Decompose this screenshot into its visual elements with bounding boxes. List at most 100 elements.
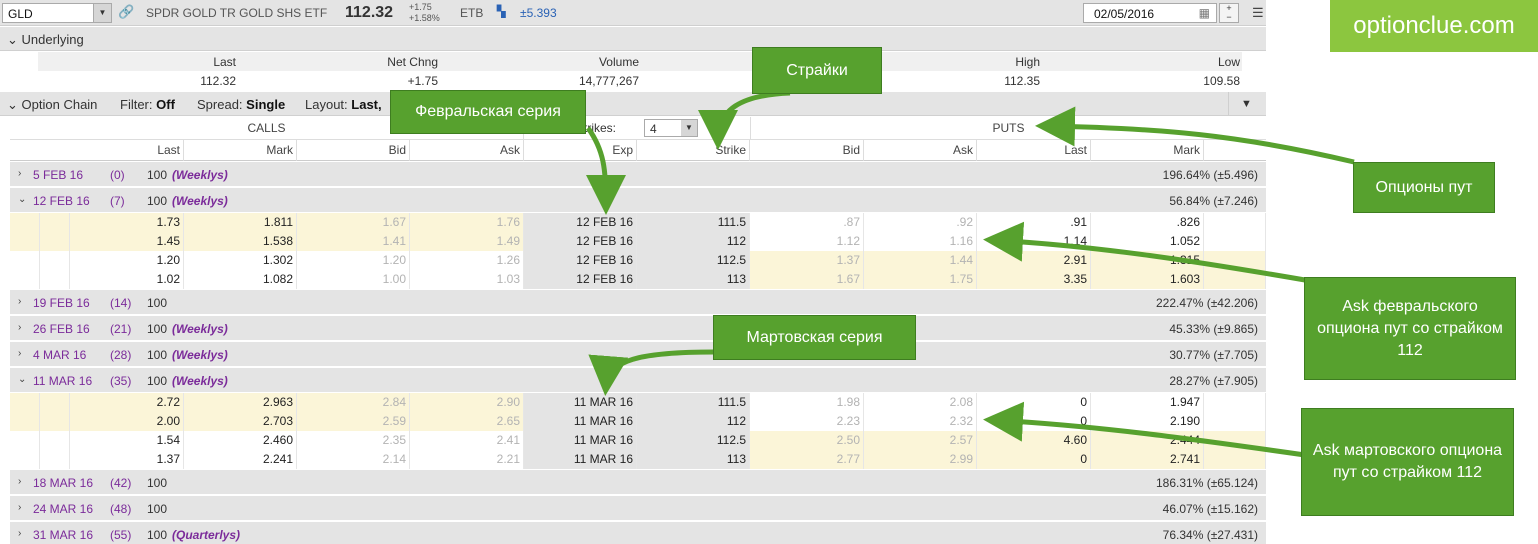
strikes-select[interactable]: 4 ▼	[644, 119, 698, 137]
expiration-row[interactable]: ⌄ 12 FEB 16 (7) 100 (Weeklys) 56.84% (±7.246)	[10, 188, 1266, 213]
cell-c-mark[interactable]: 2.703	[184, 412, 297, 431]
cell-c-ask[interactable]: 1.03	[410, 270, 524, 289]
cell-strike[interactable]: 113	[637, 270, 750, 289]
cell-p-ask[interactable]: 1.16	[864, 232, 977, 251]
cell-c-bid[interactable]: 2.84	[297, 393, 410, 412]
expiration-row[interactable]: › 31 MAR 16 (55) 100 (Quarterlys) 76.34% (±27…	[10, 522, 1266, 544]
date-stepper[interactable]: + −	[1219, 3, 1239, 23]
cell-p-ask[interactable]: 2.32	[864, 412, 977, 431]
cell-exp[interactable]: 11 MAR 16	[524, 393, 637, 412]
cell-p-mark[interactable]: 2.444	[1091, 431, 1204, 450]
calendar-icon[interactable]: ▦	[1199, 6, 1210, 20]
header-put-bid[interactable]: Bid	[750, 140, 864, 161]
cell-p-mark[interactable]: 1.315	[1091, 251, 1204, 270]
cell-c-last[interactable]: 1.73	[70, 213, 184, 232]
underlying-section-header[interactable]: ⌄ Underlying	[0, 27, 1266, 51]
header-call-ask[interactable]: Ask	[410, 140, 524, 161]
cell-c-ask[interactable]: 1.76	[410, 213, 524, 232]
cell-p-bid[interactable]: 2.77	[750, 450, 864, 469]
cell-strike[interactable]: 112.5	[637, 431, 750, 450]
expiration-row[interactable]: › 18 MAR 16 (42) 100 186.31% (±65.124)	[10, 470, 1266, 495]
cell-p-bid[interactable]: .87	[750, 213, 864, 232]
expiration-row[interactable]: ⌄ 11 MAR 16 (35) 100 (Weeklys) 28.27% (±7.905…	[10, 368, 1266, 393]
cell-p-last[interactable]: 4.60	[977, 431, 1091, 450]
chevron-right-icon[interactable]: ›	[18, 322, 21, 333]
cell-p-bid[interactable]: 1.37	[750, 251, 864, 270]
cell-p-last[interactable]: 1.14	[977, 232, 1091, 251]
option-row[interactable]: 1.45 1.538 1.41 1.49 12 FEB 16 112 1.12 1.16 1.1…	[10, 232, 1266, 251]
cell-c-bid[interactable]: 2.35	[297, 431, 410, 450]
cell-p-mark[interactable]: 2.190	[1091, 412, 1204, 431]
cell-c-mark[interactable]: 2.963	[184, 393, 297, 412]
option-chain-toggle[interactable]: ⌄ Option Chain	[7, 97, 97, 113]
cell-c-ask[interactable]: 1.26	[410, 251, 524, 270]
cell-p-mark[interactable]: .826	[1091, 213, 1204, 232]
chevron-right-icon[interactable]: ›	[18, 502, 21, 513]
chevron-down-icon[interactable]: ⌄	[18, 194, 26, 205]
header-strike[interactable]: Strike	[637, 140, 750, 161]
header-put-mark[interactable]: Mark	[1091, 140, 1204, 161]
filter-dropdown[interactable]: Filter: Off	[120, 97, 175, 112]
cell-c-mark[interactable]: 1.302	[184, 251, 297, 270]
cell-strike[interactable]: 112.5	[637, 251, 750, 270]
expiration-row[interactable]: › 19 FEB 16 (14) 100 222.47% (±42.206)	[10, 290, 1266, 315]
cell-strike[interactable]: 112	[637, 232, 750, 251]
date-input[interactable]: 02/05/2016 ▦	[1083, 3, 1217, 23]
cell-p-bid[interactable]: 1.67	[750, 270, 864, 289]
cell-strike[interactable]: 113	[637, 450, 750, 469]
cell-c-bid[interactable]: 1.20	[297, 251, 410, 270]
menu-icon[interactable]: ☰	[1252, 5, 1264, 21]
chevron-down-icon[interactable]: ▼	[681, 120, 697, 136]
header-call-last[interactable]: Last	[70, 140, 184, 161]
cell-exp[interactable]: 12 FEB 16	[524, 213, 637, 232]
cell-p-mark[interactable]: 1.947	[1091, 393, 1204, 412]
option-row[interactable]: 1.20 1.302 1.20 1.26 12 FEB 16 112.5 1.37 1.44 2…	[10, 251, 1266, 270]
chevron-right-icon[interactable]: ›	[18, 296, 21, 307]
chevron-right-icon[interactable]: ›	[18, 348, 21, 359]
cell-strike[interactable]: 111.5	[637, 213, 750, 232]
cell-c-last[interactable]: 1.20	[70, 251, 184, 270]
cell-p-ask[interactable]: 1.75	[864, 270, 977, 289]
cell-c-ask[interactable]: 2.21	[410, 450, 524, 469]
cell-p-bid[interactable]: 2.23	[750, 412, 864, 431]
cell-p-ask[interactable]: .92	[864, 213, 977, 232]
cell-exp[interactable]: 12 FEB 16	[524, 270, 637, 289]
cell-p-mark[interactable]: 2.741	[1091, 450, 1204, 469]
cell-p-ask[interactable]: 2.08	[864, 393, 977, 412]
cell-c-mark[interactable]: 2.241	[184, 450, 297, 469]
cell-exp[interactable]: 11 MAR 16	[524, 412, 637, 431]
cell-p-last[interactable]: 0	[977, 450, 1091, 469]
cell-exp[interactable]: 11 MAR 16	[524, 450, 637, 469]
cell-strike[interactable]: 112	[637, 412, 750, 431]
option-row[interactable]: 1.37 2.241 2.14 2.21 11 MAR 16 113 2.77 2.99 0 2.…	[10, 450, 1266, 469]
expiration-row[interactable]: › 24 MAR 16 (48) 100 46.07% (±15.162)	[10, 496, 1266, 521]
expiration-row[interactable]: › 26 FEB 16 (21) 100 (Weeklys) 45.33% (±9.865…	[10, 316, 1266, 341]
option-row[interactable]: 1.73 1.811 1.67 1.76 12 FEB 16 111.5.87.92.91…	[10, 213, 1266, 232]
header-put-last[interactable]: Last	[977, 140, 1091, 161]
cell-c-bid[interactable]: 2.59	[297, 412, 410, 431]
layout-dropdown[interactable]: Layout: Last,	[305, 97, 382, 112]
symbol-input[interactable]: GLD ▼	[2, 3, 112, 23]
cell-p-bid[interactable]: 1.98	[750, 393, 864, 412]
expiration-row[interactable]: › 4 MAR 16 (28) 100 (Weeklys) 30.77% (±7.705)	[10, 342, 1266, 367]
chevron-right-icon[interactable]: ›	[18, 528, 21, 539]
cell-p-last[interactable]: .91	[977, 213, 1091, 232]
cell-c-last[interactable]: 1.45	[70, 232, 184, 251]
cell-c-last[interactable]: 1.37	[70, 450, 184, 469]
spread-dropdown[interactable]: Spread: Single	[197, 97, 285, 112]
cell-c-mark[interactable]: 1.082	[184, 270, 297, 289]
cell-strike[interactable]: 111.5	[637, 393, 750, 412]
cell-c-ask[interactable]: 2.90	[410, 393, 524, 412]
chevron-down-icon[interactable]: ⌄	[18, 374, 26, 385]
minus-icon[interactable]: −	[1220, 13, 1238, 22]
cell-c-bid[interactable]: 2.14	[297, 450, 410, 469]
cell-p-bid[interactable]: 1.12	[750, 232, 864, 251]
cell-exp[interactable]: 12 FEB 16	[524, 232, 637, 251]
cell-c-ask[interactable]: 2.41	[410, 431, 524, 450]
header-put-ask[interactable]: Ask	[864, 140, 977, 161]
cell-c-last[interactable]: 2.72	[70, 393, 184, 412]
cell-p-bid[interactable]: 2.50	[750, 431, 864, 450]
cell-p-last[interactable]: 2.91	[977, 251, 1091, 270]
cell-c-bid[interactable]: 1.67	[297, 213, 410, 232]
option-row[interactable]: 1.54 2.460 2.35 2.41 11 MAR 16 112.5 2.50 2.57 4…	[10, 431, 1266, 450]
